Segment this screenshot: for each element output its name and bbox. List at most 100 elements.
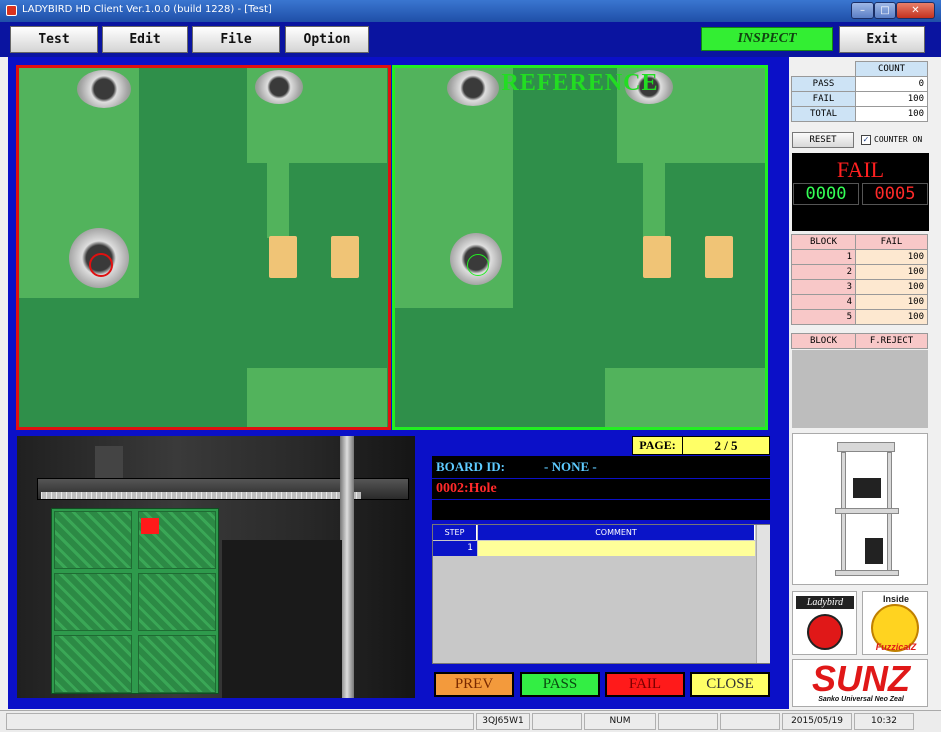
machine-monitor [853,478,881,498]
prev-button[interactable]: PREV [434,672,514,697]
fail-cell: 100 [855,309,928,325]
smd-pad [269,236,297,278]
defect-row: 0002:Hole [432,479,770,499]
block-column-header: BLOCK [791,333,856,349]
minimize-button[interactable]: – [851,2,874,19]
file-menu-button[interactable]: File [192,26,280,53]
window-close-button[interactable]: ✕ [896,2,935,19]
inspection-result-display: FAIL 0000 0005 [792,153,929,231]
total-count-label: TOTAL [791,106,856,122]
comment-column-header: COMMENT [478,525,755,540]
counter-on-label: COUNTER ON [874,135,923,144]
block-cell: 1 [791,249,856,265]
num-lock-indicator: NUM [584,713,656,730]
machine-table [835,508,899,514]
board-id-value: - NONE - [544,459,597,474]
edit-menu-button[interactable]: Edit [102,26,188,53]
fuzzical-logo-text: FuzzicalZ [875,642,917,652]
status-message [6,713,474,730]
ladybug-icon [807,614,843,650]
status-pane [720,713,780,730]
machine-pc [865,538,883,564]
pcb-block [54,511,132,569]
smd-pad [331,236,359,278]
board-id-label: BOARD ID: [436,459,505,474]
table-row: 1 100 [791,249,928,265]
table-row: 3 100 [791,279,928,295]
comment-cell[interactable] [478,541,755,556]
statistics-panel: COUNT PASS 0 FAIL 100 TOTAL 100 RESET ✓ … [789,57,932,709]
right-counter: 0005 [862,183,928,205]
fuzzical-inside-text: Inside [882,594,909,604]
vertical-scrollbar[interactable] [756,525,770,663]
pcb-hole [77,70,131,108]
close-button[interactable]: CLOSE [690,672,770,697]
sunz-tagline: Sanko Universal Neo Zeal [818,696,904,703]
fail-cell: 100 [855,249,928,265]
table-row: 4 100 [791,294,928,310]
step-comment-table[interactable]: STEP COMMENT 1 [432,524,770,664]
status-bar: 3QJ65W1 NUM 2015/05/19 10:32 [0,710,941,732]
smd-pad [643,236,671,278]
test-menu-button[interactable]: Test [10,26,98,53]
title-bar: LADYBIRD HD Client Ver.1.0.0 (build 1228… [0,0,941,22]
result-status: FAIL [836,157,885,182]
reset-button[interactable]: RESET [792,132,854,148]
reject-table-header: BLOCK F.REJECT [791,333,928,349]
block-cell: 4 [791,294,856,310]
application-window: LADYBIRD HD Client Ver.1.0.0 (build 1228… [0,0,941,743]
option-menu-button[interactable]: Option [285,26,369,53]
defect-location-marker [141,518,159,534]
sunz-logo-text: SUNZ [812,658,910,699]
reference-marker [467,254,489,276]
count-column-header: COUNT [855,61,928,77]
page-label: PAGE: [633,437,683,454]
total-count-value: 100 [855,106,928,122]
left-counter: 0000 [793,183,859,205]
sunz-logo: SUNZ Sanko Universal Neo Zeal [792,659,928,707]
defect-marker [89,253,113,277]
board-id-row: BOARD ID: - NONE - [432,456,770,478]
reject-list-area[interactable] [792,350,928,428]
pcb-block [138,573,216,631]
status-pane [658,713,718,730]
machine-rod [340,436,354,698]
fail-button[interactable]: FAIL [605,672,685,697]
ladybird-logo: Ladybird [792,591,857,655]
pcb-copper-area [605,368,765,427]
pcb-copper-area [247,368,387,427]
board-overview-camera[interactable] [17,436,415,698]
ruler-scale [41,492,361,499]
inspection-image-panel[interactable] [16,65,391,430]
exit-button[interactable]: Exit [839,26,925,53]
pcb-panel [51,508,219,694]
step-cell: 1 [433,541,477,556]
pass-button[interactable]: PASS [520,672,600,697]
main-toolbar: Test Edit File Option INSPECT Exit [0,22,941,57]
reference-image-panel[interactable]: REFERENCE [392,65,768,430]
camera-shadow [222,540,342,698]
machine-photo [792,433,928,585]
table-row[interactable]: 1 [433,541,755,556]
counter-on-checkbox[interactable]: ✓ [861,135,871,145]
reference-label: REFERENCE [501,70,659,96]
block-fail-table: BLOCK FAIL 1 100 2 100 3 100 4 100 5 100 [791,234,928,325]
fail-cell: 100 [855,264,928,280]
count-table-header: COUNT [791,61,928,77]
smd-pad [705,236,733,278]
machine-top-frame [837,442,895,452]
fail-count-label: FAIL [791,91,856,107]
pcb-block [54,573,132,631]
step-table-header: STEP COMMENT [433,525,755,540]
count-table: COUNT PASS 0 FAIL 100 TOTAL 100 [791,61,928,122]
status-code: 3QJ65W1 [476,713,530,730]
table-row: FAIL 100 [791,91,928,107]
pcb-block [138,635,216,693]
pcb-block [54,635,132,693]
ladybird-logo-text: Ladybird [796,596,854,609]
window-bottom-edge [0,732,941,743]
inspect-mode-indicator[interactable]: INSPECT [701,27,833,51]
maximize-button[interactable]: □ [874,2,896,19]
fuzzicalz-logo: Inside FuzzicalZ [862,591,928,655]
pcb-hole [255,70,303,104]
